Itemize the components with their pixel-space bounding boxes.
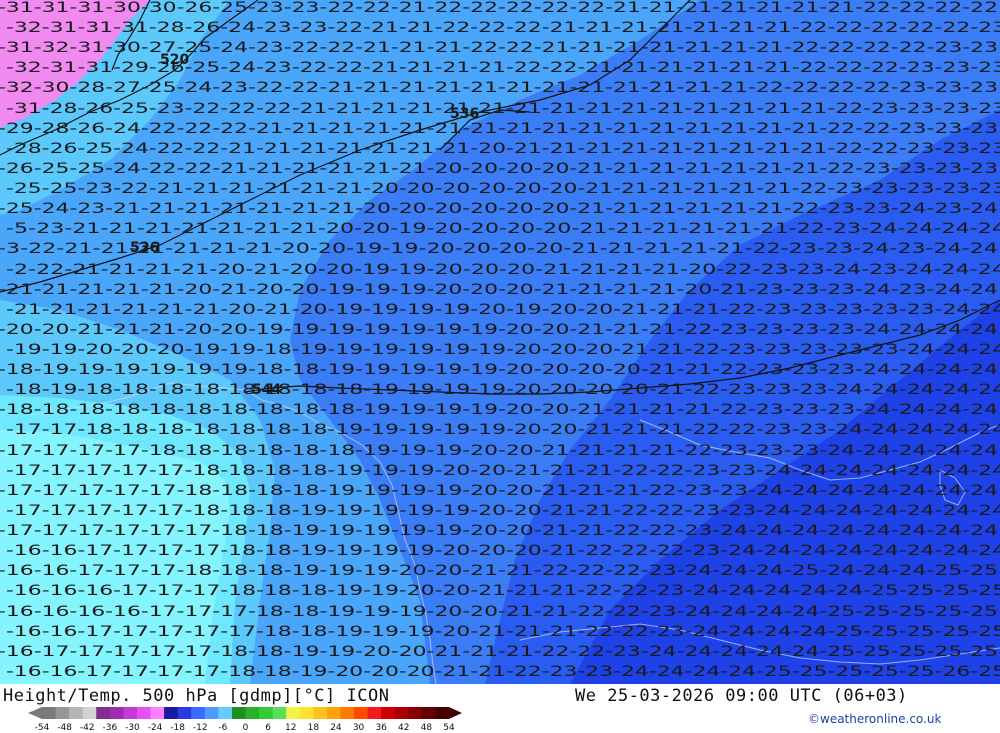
temperature-label-row: -21-21-21-21-21-21-20-21-20-19-19-19-19-…	[6, 302, 1000, 318]
colorbar-swatch	[286, 707, 301, 719]
colorbar-swatch	[164, 707, 179, 719]
geopotential-label: 536	[130, 240, 159, 256]
colorbar-tick-label: 6	[265, 723, 271, 732]
colorbar-tick-label: -24	[148, 723, 163, 732]
temperature-label-row: -16-16-17-17-17-17-18-18-19-20-20-20-21-…	[6, 664, 1000, 680]
temperature-label-row: -32-30-28-27-25-24-23-22-22-21-21-21-21-…	[0, 80, 998, 96]
weather-map: -31-31-31-30-30-26-25-23-23-22-22-21-22-…	[0, 0, 1000, 684]
temperature-label-row: -16-17-17-17-17-17-18-18-19-19-20-20-21-…	[0, 644, 998, 660]
geopotential-label: 520	[160, 52, 189, 68]
colorbar-tick-label: 0	[243, 723, 249, 732]
colorbar-tick-label: -54	[35, 723, 50, 732]
colorbar-tick-label: -36	[102, 723, 117, 732]
temperature-label-row: -17-17-17-17-17-18-18-18-19-19-19-19-19-…	[6, 503, 1000, 519]
temperature-label-row: -21-21-21-21-21-20-21-20-20-19-19-19-20-…	[0, 282, 998, 298]
colorbar-swatch	[191, 707, 206, 719]
temperature-label-row: -26-25-25-24-22-22-21-21-21-21-21-21-20-…	[0, 161, 998, 177]
temperature-label-row: -18-19-19-19-19-19-19-18-18-19-19-19-19-…	[0, 362, 998, 378]
temperature-label-row: -16-16-17-17-17-18-18-18-19-19-19-20-20-…	[0, 563, 998, 579]
colorbar-tick-label: 30	[353, 723, 365, 732]
temperature-label-row: -32-31-31-31-28-26-24-23-23-22-21-21-22-…	[6, 20, 1000, 36]
temperature-label-row: -16-16-17-17-17-17-17-18-18-19-19-19-20-…	[6, 624, 1000, 640]
colorbar-swatch	[394, 707, 409, 719]
geopotential-label: 544	[252, 382, 281, 398]
colorbar-tick-label: 48	[421, 723, 433, 732]
colorbar-swatch	[435, 707, 450, 719]
colorbar-tick-label: -6	[218, 723, 227, 732]
colorbar-swatch	[354, 707, 369, 719]
colorbar-swatch	[367, 707, 382, 719]
temperature-label-row: -31-32-31-30-27-25-24-23-22-22-21-21-21-…	[0, 40, 998, 56]
colorbar-swatch	[55, 707, 70, 719]
colorbar-max-arrow	[449, 707, 462, 719]
temperature-label-row: -17-17-17-17-17-18-18-18-18-19-19-19-19-…	[0, 483, 998, 499]
colorbar-swatch	[82, 707, 97, 719]
temperature-label-row: -31-31-31-30-30-26-25-23-23-22-22-21-22-…	[0, 0, 998, 16]
colorbar-swatch	[231, 707, 246, 719]
colorbar-swatch	[69, 707, 84, 719]
color-legend: -54 -48 -42 -36 -30 -24 -18 -12 -6 0 6 12 18 24 30 36 42…	[28, 707, 462, 732]
colorbar-tick-label: -48	[57, 723, 72, 732]
colorbar-tick-label: 36	[375, 723, 387, 732]
temperature-label-row: -31-28-26-25-23-22-22-22-21-21-21-21-21-…	[6, 101, 1000, 117]
temperature-label-row: -20-20-21-21-21-20-20-19-19-19-19-19-19-…	[0, 322, 998, 338]
colorbar-swatch	[299, 707, 314, 719]
temperature-label-row: -25-24-23-21-21-21-21-21-21-21-20-20-20-…	[0, 201, 998, 217]
colorbar-tick-label: -30	[125, 723, 140, 732]
temperature-label-row: -32-31-31-29-26-25-24-23-22-22-21-21-21-…	[6, 60, 1000, 76]
colorbar-swatch	[408, 707, 423, 719]
temperature-label-row: -25-25-23-22-21-21-21-21-21-21-20-20-20-…	[6, 181, 1000, 197]
map-footer: Height/Temp. 500 hPa [gdmp][°C] ICON We …	[0, 684, 1000, 733]
colorbar-tick-label: -18	[170, 723, 185, 732]
colorbar-swatch	[150, 707, 165, 719]
colorbar-min-arrow	[28, 707, 42, 719]
temperature-label-row: -17-17-17-17-17-18-18-18-18-19-19-19-20-…	[6, 463, 1000, 479]
colorbar-swatch	[245, 707, 260, 719]
temperature-label-row: -29-28-26-24-22-22-22-21-21-21-21-21-21-…	[0, 121, 998, 137]
temperature-label-row: -17-17-17-17-18-18-18-18-18-18-19-19-19-…	[0, 443, 998, 459]
colorbar-swatch	[123, 707, 138, 719]
temperature-label-row: -18-19-18-18-18-18-18-18-18-18-19-19-19-…	[6, 382, 1000, 398]
temperature-label-row: -18-18-18-18-18-18-18-18-18-18-19-19-19-…	[0, 402, 998, 418]
colorbar-swatch	[109, 707, 124, 719]
colorbar-swatch	[204, 707, 219, 719]
temperature-label-row: -16-16-16-16-17-17-17-18-18-19-19-19-20-…	[0, 604, 998, 620]
colorbar-swatch	[177, 707, 192, 719]
colorbar-tick-label: 18	[308, 723, 320, 732]
colorbar-swatch	[218, 707, 233, 719]
colorbar-swatch	[42, 707, 57, 719]
colorbar-tick-label: 54	[443, 723, 455, 732]
colorbar-tick-label: -12	[193, 723, 208, 732]
geopotential-label: 536	[450, 106, 479, 122]
temperature-label-row: -16-16-16-17-17-17-18-18-18-19-19-20-20-…	[6, 583, 1000, 599]
colorbar-tick-label: 12	[285, 723, 296, 732]
colorbar-swatch	[96, 707, 111, 719]
colorbar-swatch	[313, 707, 328, 719]
colorbar-swatch	[421, 707, 436, 719]
colorbar-swatch	[340, 707, 355, 719]
credit-link[interactable]: ©weatheronline.co.uk	[808, 712, 941, 726]
colorbar-swatch	[381, 707, 396, 719]
map-title: Height/Temp. 500 hPa [gdmp][°C] ICON	[3, 686, 390, 706]
temperature-label-row: -2-22-21-21-21-21-20-21-20-20-19-19-20-2…	[6, 262, 1000, 278]
temperature-label-row: -16-16-17-17-17-17-18-18-19-19-19-19-20-…	[6, 543, 1000, 559]
colorbar-swatch	[272, 707, 287, 719]
valid-datetime: We 25-03-2026 09:00 UTC (06+03)	[575, 686, 908, 706]
temperature-label-row: -17-17-18-18-18-18-18-18-18-19-19-19-19-…	[6, 422, 1000, 438]
colorbar-tick-label: 24	[330, 723, 342, 732]
temperature-label-row: -5-23-21-21-21-21-21-21-21-20-20-19-20-2…	[6, 221, 1000, 237]
colorbar-tick-label: -42	[80, 723, 95, 732]
colorbar-swatch	[326, 707, 341, 719]
temperature-label-row: -19-19-20-20-20-19-19-18-19-19-19-19-19-…	[6, 342, 1000, 358]
colorbar-swatch	[259, 707, 274, 719]
temperature-label-row: -17-17-17-17-17-17-18-18-19-19-19-19-19-…	[0, 523, 998, 539]
temperature-label-row: -28-26-25-24-22-22-21-21-21-21-21-21-21-…	[6, 141, 1000, 157]
colorbar-swatch	[136, 707, 152, 719]
colorbar-tick-label: 42	[398, 723, 409, 732]
